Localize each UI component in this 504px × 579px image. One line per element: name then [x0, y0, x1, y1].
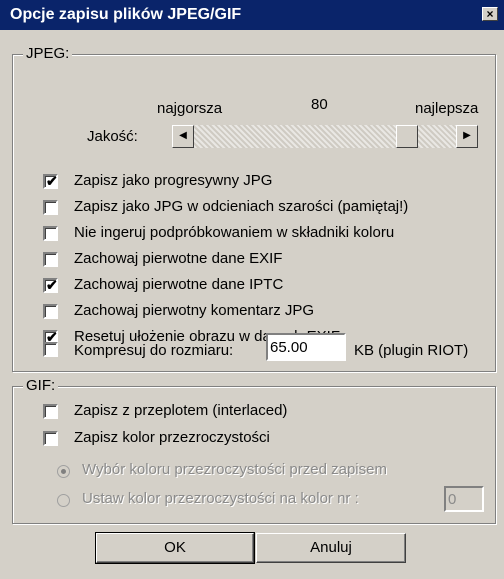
gif-group-label: GIF:: [23, 377, 59, 394]
jpeg-option-checkbox[interactable]: ✔: [43, 277, 58, 293]
check-mark-icon: ✔: [46, 173, 58, 189]
quality-value: 80: [311, 96, 328, 113]
compress-checkbox[interactable]: [43, 342, 58, 357]
title-bar: Opcje zapisu plików JPEG/GIF ×: [0, 0, 504, 30]
gif-option-label: Zapisz kolor przezroczystości: [74, 429, 270, 446]
jpeg-option-label: Zachowaj pierwotne dane IPTC: [74, 276, 284, 293]
jpeg-option-checkbox[interactable]: [43, 252, 58, 267]
check-mark-icon: ✔: [46, 277, 58, 293]
jpeg-option-checkbox[interactable]: [43, 304, 58, 319]
slider-right-button[interactable]: ▶: [456, 125, 478, 148]
jpeg-option-checkbox[interactable]: ✔: [43, 173, 58, 189]
cancel-button[interactable]: Anuluj: [256, 533, 406, 563]
compress-label: Kompresuj do rozmiaru:: [74, 342, 234, 359]
jpeg-option-label: Zachowaj pierwotne dane EXIF: [74, 250, 283, 267]
ok-button[interactable]: OK: [95, 532, 255, 564]
window-title: Opcje zapisu plików JPEG/GIF: [10, 6, 242, 23]
gif-option-checkbox[interactable]: [43, 431, 58, 446]
gif-option-checkbox[interactable]: [43, 404, 58, 419]
radio-transparency-before-save-label: Wybór koloru przezroczystości przed zapi…: [82, 461, 387, 478]
jpeg-option-checkbox[interactable]: [43, 226, 58, 241]
radio-selected-dot: [61, 469, 66, 474]
radio-transparency-color-number[interactable]: [57, 494, 70, 507]
radio-transparency-before-save[interactable]: [57, 465, 70, 478]
jpeg-option-label: Zapisz jako JPG w odcieniach szarości (p…: [74, 198, 409, 215]
jpeg-option-checkbox[interactable]: [43, 200, 58, 215]
quality-label: Jakość:: [87, 128, 138, 145]
slider-thumb[interactable]: [396, 125, 418, 148]
transparency-color-number-input[interactable]: [444, 486, 484, 512]
quality-slider[interactable]: ◀ ▶: [172, 125, 478, 148]
quality-min-label: najgorsza: [157, 100, 223, 117]
slider-left-button[interactable]: ◀: [172, 125, 194, 148]
jpeg-option-label: Zachowaj pierwotny komentarz JPG: [74, 302, 315, 319]
jpeg-group-label: JPEG:: [23, 45, 73, 62]
quality-max-label: najlepsza: [415, 100, 479, 117]
close-button[interactable]: ×: [482, 7, 498, 21]
compress-size-input[interactable]: [266, 333, 346, 361]
gif-option-label: Zapisz z przeplotem (interlaced): [74, 402, 288, 419]
compress-suffix-label: KB (plugin RIOT): [354, 342, 469, 359]
radio-transparency-color-number-label: Ustaw kolor przezroczystości na kolor nr…: [82, 490, 359, 507]
jpeg-option-label: Zapisz jako progresywny JPG: [74, 172, 273, 189]
jpeg-option-label: Nie ingeruj podpróbkowaniem w składniki …: [74, 224, 395, 241]
